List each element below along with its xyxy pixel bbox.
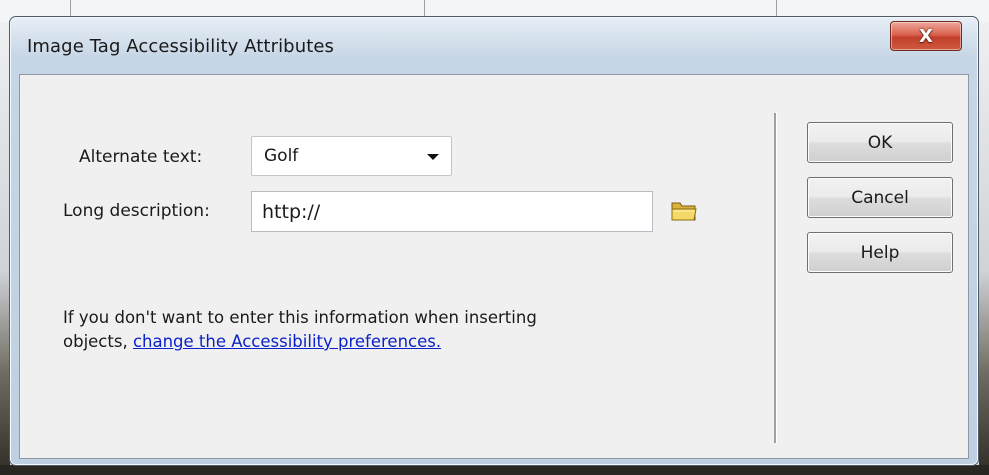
alternate-text-combobox[interactable]: Golf xyxy=(251,136,452,176)
close-button[interactable]: X xyxy=(890,21,962,51)
dialog-content: Alternate text: Golf Long description: I… xyxy=(19,74,969,459)
long-description-input[interactable] xyxy=(251,191,653,232)
help-button[interactable]: Help xyxy=(807,232,953,273)
chevron-down-icon[interactable] xyxy=(427,154,439,160)
info-message: If you don't want to enter this informat… xyxy=(63,306,623,354)
accessibility-dialog: Image Tag Accessibility Attributes X Alt… xyxy=(9,16,979,466)
vertical-divider xyxy=(774,113,776,443)
background-app-bottom-edge xyxy=(0,465,989,475)
accessibility-preferences-link[interactable]: change the Accessibility preferences. xyxy=(133,332,441,351)
cancel-button[interactable]: Cancel xyxy=(807,177,953,218)
folder-icon[interactable] xyxy=(669,198,699,224)
info-text-prefix: objects, xyxy=(63,332,133,351)
alternate-text-label: Alternate text: xyxy=(79,147,203,167)
background-app-right-edge xyxy=(979,22,989,475)
long-description-label: Long description: xyxy=(63,201,210,221)
dialog-title: Image Tag Accessibility Attributes xyxy=(27,36,335,57)
close-icon: X xyxy=(919,25,933,47)
dialog-titlebar[interactable]: Image Tag Accessibility Attributes X xyxy=(10,17,978,75)
info-text-line1: If you don't want to enter this informat… xyxy=(63,308,537,327)
ok-button[interactable]: OK xyxy=(807,122,953,163)
alternate-text-value: Golf xyxy=(264,146,299,166)
